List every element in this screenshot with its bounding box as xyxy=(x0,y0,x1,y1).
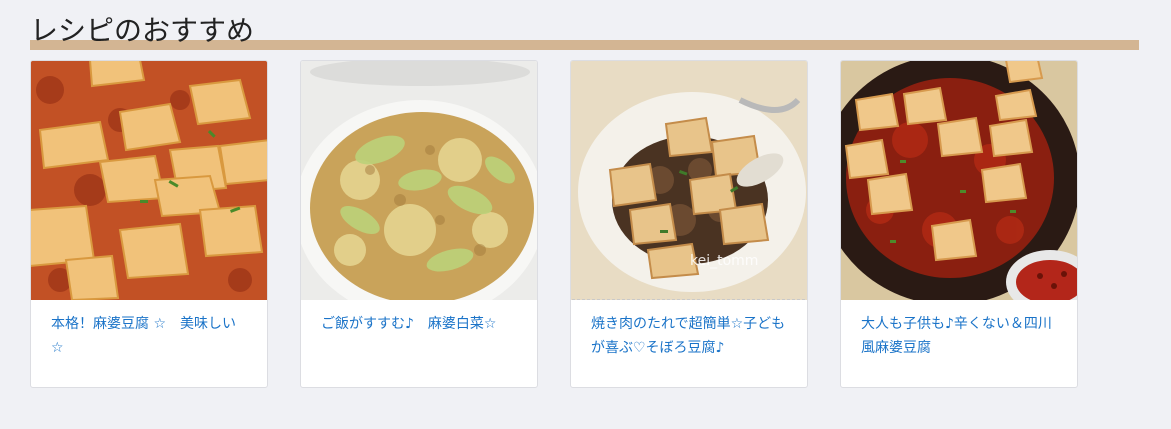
recipe-title-link[interactable]: 焼き肉のたれで超簡単☆子どもが喜ぶ♡そぼろ豆腐♪ xyxy=(571,300,807,360)
recipe-title-link[interactable]: 大人も子供も♪辛くない＆四川風麻婆豆腐 xyxy=(841,300,1077,360)
recipe-card-list: 本格！麻婆豆腐 ☆ 美味しい ☆ ご飯がすすむ♪ 麻婆白菜☆ kei_tomm … xyxy=(30,60,1110,388)
recipe-title-link[interactable]: ご飯がすすむ♪ 麻婆白菜☆ xyxy=(301,300,537,336)
recipe-image-sichuan-mapo-tofu[interactable] xyxy=(841,61,1077,300)
recipe-card[interactable]: 本格！麻婆豆腐 ☆ 美味しい ☆ xyxy=(30,60,268,388)
recipe-title-link[interactable]: 本格！麻婆豆腐 ☆ 美味しい ☆ xyxy=(31,300,267,360)
recipe-card[interactable]: ご飯がすすむ♪ 麻婆白菜☆ xyxy=(300,60,538,388)
photo-watermark: kei_tomm xyxy=(690,253,758,269)
recipe-image-minced-meat-tofu[interactable]: kei_tomm xyxy=(571,61,807,300)
recommended-recipes-section: レシピのおすすめ 本格！麻婆豆腐 ☆ 美味しい ☆ ご飯がすすむ♪ 麻婆白菜☆ … xyxy=(30,12,1140,388)
recipe-image-mapo-cabbage[interactable] xyxy=(301,61,537,300)
recipe-card[interactable]: kei_tomm 焼き肉のたれで超簡単☆子どもが喜ぶ♡そぼろ豆腐♪ xyxy=(570,60,808,388)
section-title: レシピのおすすめ xyxy=(30,14,255,47)
recipe-image-mapo-tofu[interactable] xyxy=(31,61,267,300)
recipe-card[interactable]: 大人も子供も♪辛くない＆四川風麻婆豆腐 xyxy=(840,60,1078,388)
